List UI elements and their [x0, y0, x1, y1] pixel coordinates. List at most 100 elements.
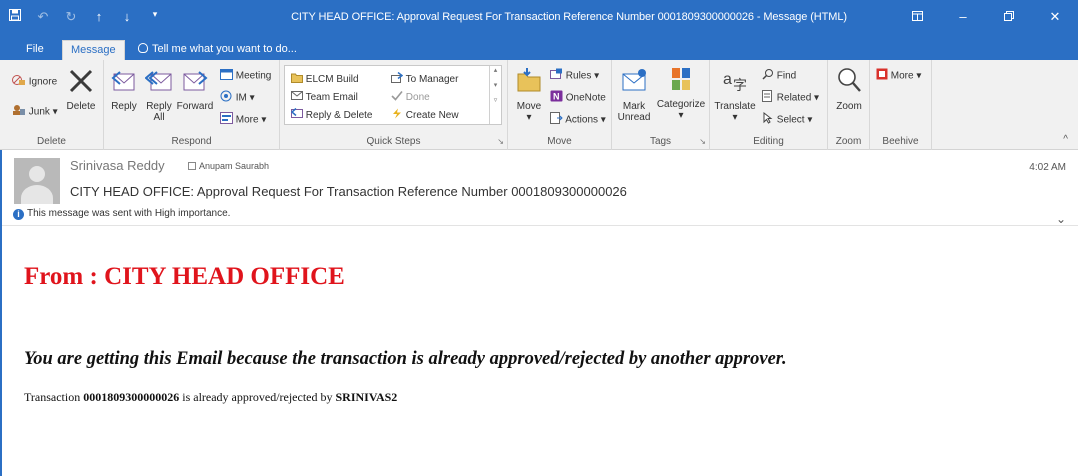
quick-step-done[interactable]: Done	[391, 90, 430, 105]
move-group: Move ▾ Rules ▾ N OneNote Actions ▾ Move	[508, 60, 612, 150]
editing-group: a字 Translate ▾ Find Related ▾ Select ▾ Ed…	[710, 60, 828, 150]
categorize-icon	[656, 66, 706, 95]
approver-user: SRINIVAS2	[335, 390, 398, 404]
more-respond-icon	[220, 112, 233, 128]
im-icon	[220, 90, 233, 106]
delete-group: Ignore Junk ▾ Delete Delete	[0, 60, 104, 150]
forward-icon	[176, 68, 214, 97]
lightbulb-icon	[138, 43, 148, 53]
beehive-icon	[876, 68, 888, 84]
window-left-border	[0, 150, 2, 476]
restore-icon[interactable]	[986, 0, 1032, 36]
unread-envelope-icon	[616, 66, 652, 97]
categorize-button[interactable]: Categorize ▾	[656, 66, 706, 121]
find-button[interactable]: Find	[762, 68, 796, 84]
onenote-icon: N	[550, 90, 563, 106]
collapse-ribbon-icon[interactable]: ^	[1063, 134, 1068, 145]
from-heading: From : CITY HEAD OFFICE	[24, 263, 345, 290]
ribbon-display-options-icon[interactable]	[894, 0, 940, 36]
junk-icon	[12, 104, 26, 120]
sender-name[interactable]: Srinivasa Reddy	[70, 158, 165, 173]
quick-step-team-email[interactable]: Team Email	[291, 90, 358, 105]
zoom-button[interactable]: Zoom	[830, 66, 868, 112]
quick-step-to-manager[interactable]: To Manager	[391, 71, 458, 87]
forward-button[interactable]: Forward	[176, 68, 214, 112]
zoom-group-label: Zoom	[835, 136, 862, 147]
tags-group-label: Tags	[649, 136, 672, 147]
related-button[interactable]: Related ▾	[762, 90, 819, 106]
actions-button[interactable]: Actions ▾	[550, 112, 606, 128]
message-header: Srinivasa Reddy Anupam Saurabh CITY HEAD…	[0, 150, 1078, 226]
delete-x-icon	[64, 68, 98, 97]
title-bar: ↶ ↻ ↑ ↓ ▾ CITY HEAD OFFICE: Approval Req…	[0, 0, 1078, 36]
actions-icon	[550, 112, 563, 128]
svg-text:a: a	[723, 71, 732, 88]
translate-button[interactable]: a字 Translate ▾	[712, 66, 758, 123]
quick-step-elcm-build[interactable]: ELCM Build	[291, 72, 359, 87]
editing-group-label: Editing	[753, 136, 784, 147]
tab-message[interactable]: Message	[62, 40, 125, 61]
notice-heading: You are getting this Email because the t…	[24, 349, 787, 369]
reply-all-icon	[142, 68, 176, 97]
recipient[interactable]: Anupam Saurabh	[188, 161, 269, 171]
related-icon	[762, 90, 774, 106]
checkmark-icon	[391, 90, 403, 105]
respond-more-button[interactable]: More ▾	[220, 112, 266, 128]
beehive-group: More ▾ Beehive	[870, 60, 932, 150]
reply-delete-icon	[290, 107, 303, 123]
expand-header-icon[interactable]: ⌄	[1056, 212, 1066, 226]
rules-icon	[550, 68, 563, 84]
reply-all-button[interactable]: Reply All	[142, 68, 176, 123]
delete-group-label: Delete	[37, 136, 66, 147]
respond-group-label: Respond	[171, 136, 212, 147]
select-button[interactable]: Select ▾	[762, 111, 812, 128]
tags-launcher-icon[interactable]: ↘	[699, 137, 706, 146]
quick-step-reply-delete[interactable]: Reply & Delete	[290, 107, 372, 123]
reply-icon	[108, 68, 140, 97]
quick-step-create-new[interactable]: Create New	[391, 108, 459, 123]
lightning-icon	[391, 108, 403, 123]
transaction-line: Transaction 0001809300000026 is already …	[24, 390, 398, 404]
quick-steps-scrollbar[interactable]: ▴ ▾ ▿	[489, 66, 501, 124]
folder-icon	[291, 72, 303, 87]
sender-avatar[interactable]	[14, 158, 60, 204]
beehive-group-label: Beehive	[882, 136, 919, 147]
translate-icon: a字	[712, 66, 758, 97]
meeting-button[interactable]: Meeting	[220, 68, 271, 84]
message-body: From : CITY HEAD OFFICE You are getting …	[0, 226, 1078, 476]
reply-button[interactable]: Reply	[108, 68, 140, 112]
move-folder-icon	[512, 66, 546, 97]
message-time: 4:02 AM	[1029, 162, 1066, 173]
ribbon-tabs: File Message Tell me what you want to do…	[0, 36, 1078, 61]
svg-text:字: 字	[733, 78, 747, 94]
cursor-icon	[762, 111, 774, 128]
envelope-icon	[291, 90, 303, 105]
ignore-icon	[12, 74, 26, 90]
onenote-button[interactable]: N OneNote	[550, 90, 606, 106]
zoom-group: Zoom Zoom	[828, 60, 870, 150]
beehive-more-button[interactable]: More ▾	[876, 68, 921, 84]
delete-button[interactable]: Delete	[64, 68, 98, 112]
transaction-number: 0001809300000026	[83, 390, 180, 404]
minimize-icon[interactable]: –	[940, 0, 986, 36]
close-icon[interactable]: ✕	[1032, 0, 1078, 36]
respond-group: Reply Reply All Forward Meeting IM ▾ More…	[104, 60, 280, 150]
rules-button[interactable]: Rules ▾	[550, 68, 599, 84]
magnifier-icon	[830, 66, 868, 97]
im-button[interactable]: IM ▾	[220, 90, 255, 106]
tell-me-box[interactable]: Tell me what you want to do...	[130, 40, 305, 60]
junk-button[interactable]: Junk ▾	[12, 104, 58, 120]
quick-steps-group-label: Quick Steps	[366, 136, 421, 147]
info-icon: i	[13, 209, 24, 220]
svg-text:N: N	[553, 92, 560, 102]
tab-file[interactable]: File	[18, 40, 52, 60]
quick-steps-launcher-icon[interactable]: ↘	[497, 137, 504, 146]
tags-group: Mark Unread Categorize ▾ Tags ↘	[612, 60, 710, 150]
to-manager-icon	[391, 71, 404, 87]
mark-unread-button[interactable]: Mark Unread	[616, 66, 652, 123]
calendar-icon	[220, 68, 233, 84]
message-subject: CITY HEAD OFFICE: Approval Request For T…	[70, 184, 627, 199]
ignore-button[interactable]: Ignore	[12, 74, 57, 90]
quick-steps-gallery: ELCM Build Team Email Reply & Delete To …	[284, 65, 502, 125]
move-button[interactable]: Move ▾	[512, 66, 546, 123]
